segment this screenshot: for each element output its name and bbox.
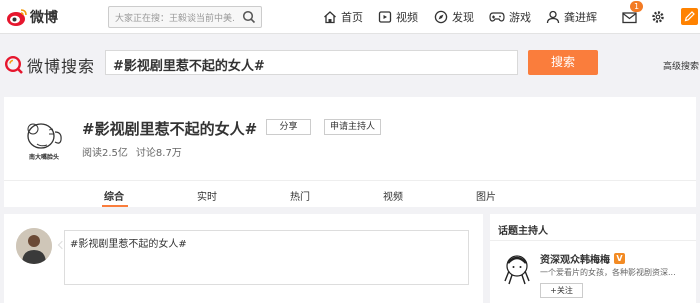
gamepad-icon xyxy=(489,12,505,22)
topic-title: #影视剧里惹不起的女人# xyxy=(82,120,258,138)
compose-textarea[interactable]: #影视剧里惹不起的女人# xyxy=(64,230,469,285)
mail-icon xyxy=(622,11,637,23)
topic-host-panel: 话题主持人 资深观众韩梅梅 V 一个爱看片的女孩，各种影视剧资深... +关注 xyxy=(490,214,696,303)
nav-home[interactable]: 首页 xyxy=(323,8,363,26)
tab-overview[interactable]: 综合 xyxy=(104,188,124,203)
top-nav-bar: 微博 大家正在搜：王毅谈当前中美... 首页 视频 发现 游戏 龚进辉 1 xyxy=(0,0,700,34)
top-search-placeholder: 大家正在搜：王毅谈当前中美... xyxy=(115,14,235,24)
search-button[interactable]: 搜索 xyxy=(528,50,598,75)
read-count: 阅读2.5亿 xyxy=(82,148,128,159)
user-icon xyxy=(546,10,560,24)
follow-button[interactable]: +关注 xyxy=(540,283,583,298)
search-icon[interactable] xyxy=(242,10,256,24)
video-icon xyxy=(378,11,392,23)
topic-avatar-image: 南大嘴脸头 xyxy=(19,112,69,162)
tab-realtime[interactable]: 实时 xyxy=(197,188,217,203)
tab-images[interactable]: 图片 xyxy=(476,188,496,203)
nav-games-label: 游戏 xyxy=(509,11,531,24)
host-panel-title: 话题主持人 xyxy=(490,214,696,241)
logo-text: 微博 xyxy=(30,10,58,26)
nav-discover[interactable]: 发现 xyxy=(434,8,474,26)
weibo-search-logo[interactable]: 微博搜索 xyxy=(4,53,95,77)
user-avatar-image xyxy=(16,228,52,264)
host-avatar[interactable] xyxy=(500,251,534,285)
home-icon xyxy=(324,11,336,24)
nav-games[interactable]: 游戏 xyxy=(489,8,531,26)
compass-icon xyxy=(434,10,448,24)
topic-tabs: 综合 实时 热门 视频 图片 xyxy=(4,180,696,207)
compose-post-button[interactable] xyxy=(681,8,698,25)
weibo-eye-logo-icon xyxy=(7,9,27,26)
nav-user[interactable]: 龚进辉 xyxy=(546,8,597,26)
avatar[interactable] xyxy=(16,228,52,264)
host-name-text: 资深观众韩梅梅 xyxy=(540,255,610,266)
weibo-search-logo-icon xyxy=(4,55,23,74)
verified-badge-icon: V xyxy=(614,253,625,264)
nav-user-label: 龚进辉 xyxy=(564,11,597,24)
pen-icon xyxy=(684,11,695,22)
nav-video[interactable]: 视频 xyxy=(378,8,418,26)
active-tab-indicator xyxy=(102,205,128,207)
nav-discover-label: 发现 xyxy=(452,11,474,24)
weibo-logo[interactable]: 微博 xyxy=(6,6,58,28)
gear-icon xyxy=(652,11,664,23)
main-search-input[interactable]: #影视剧里惹不起的女人# xyxy=(105,50,518,75)
nav-settings[interactable] xyxy=(651,8,669,26)
discussion-count: 讨论8.7万 xyxy=(135,148,182,159)
share-button[interactable]: 分享 xyxy=(266,119,311,135)
top-search-input[interactable]: 大家正在搜：王毅谈当前中美... xyxy=(108,6,262,28)
weibo-search-logo-text: 微博搜索 xyxy=(27,57,96,76)
apply-host-button[interactable]: 申请主持人 xyxy=(324,119,381,135)
topic-avatar-caption: 南大嘴脸头 xyxy=(29,153,59,161)
nav-video-label: 视频 xyxy=(396,11,418,24)
nav-home-label: 首页 xyxy=(341,11,363,24)
advanced-search-link[interactable]: 高级搜索 xyxy=(663,59,699,72)
host-description: 一个爱看片的女孩，各种影视剧资深... xyxy=(540,268,676,277)
tab-hot[interactable]: 热门 xyxy=(290,188,310,203)
host-name[interactable]: 资深观众韩梅梅 V xyxy=(540,251,625,266)
compose-box: #影视剧里惹不起的女人# xyxy=(4,214,483,303)
tab-video[interactable]: 视频 xyxy=(383,188,403,203)
topic-stats: 阅读2.5亿 讨论8.7万 xyxy=(82,144,182,159)
message-count-badge: 1 xyxy=(630,1,644,12)
